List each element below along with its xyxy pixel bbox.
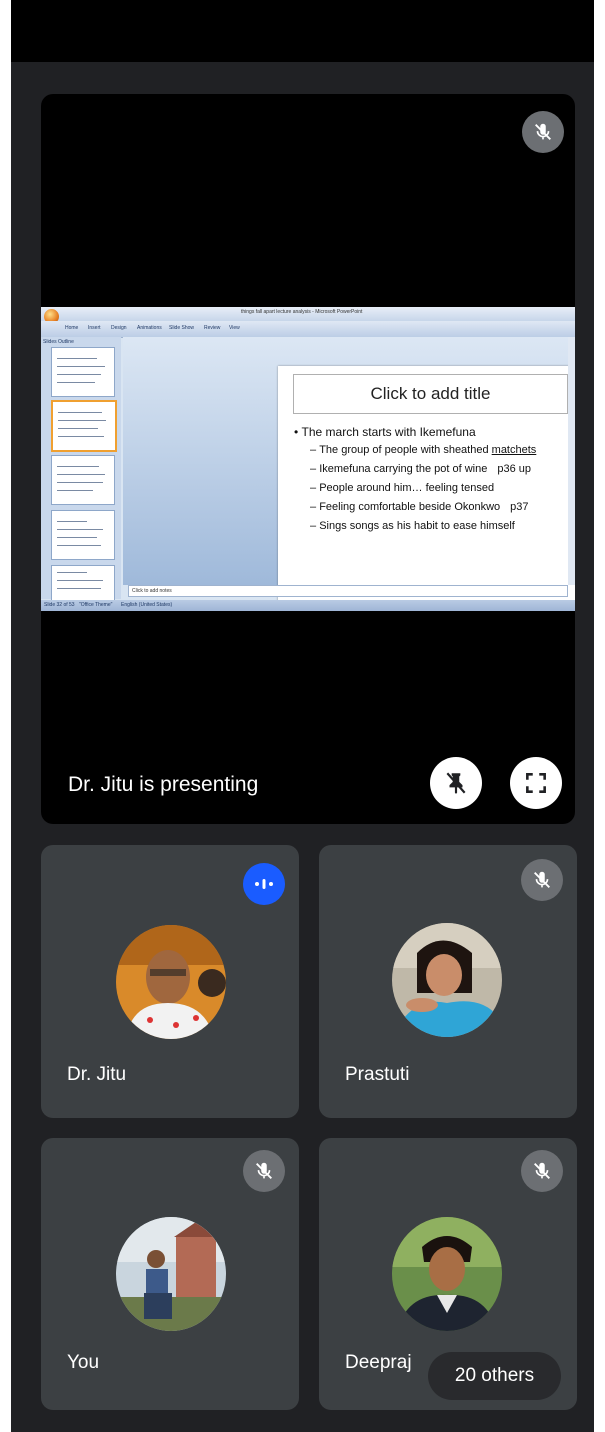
avatar — [116, 925, 226, 1039]
sub-bullet-text: Sings songs as his habit to ease himself — [319, 520, 515, 532]
status-slide-count: Slide 32 of 53 — [44, 602, 75, 608]
unpin-icon — [446, 772, 466, 794]
slide-thumbnail — [51, 510, 115, 560]
pane-tab: Slides — [43, 339, 57, 345]
ribbon-tab: Review — [204, 325, 221, 331]
mic-off-icon — [522, 111, 564, 153]
window-title: things fall apart lecture analysis - Mic… — [241, 309, 363, 315]
fullscreen-button[interactable] — [510, 757, 562, 809]
sub-bullet-text: The group of people with sheathed — [319, 444, 492, 456]
slide-scrollbar — [568, 337, 575, 585]
fullscreen-icon — [526, 773, 546, 793]
ribbon-tab: View — [229, 325, 240, 331]
meeting-app: things fall apart lecture analysis - Mic… — [11, 0, 594, 1432]
unpin-button[interactable] — [430, 757, 482, 809]
notes-placeholder: Click to add notes — [128, 585, 568, 597]
participant-name: Prastuti — [345, 1064, 410, 1085]
participant-name: Dr. Jitu — [67, 1064, 127, 1085]
slide-title-placeholder: Click to add title — [293, 374, 568, 414]
mic-off-icon — [243, 1150, 285, 1192]
participant-tile[interactable]: Dr. Jitu — [41, 845, 299, 1118]
sub-bullet-text: People around him… feeling tensed — [319, 482, 495, 494]
mic-off-icon — [521, 1150, 563, 1192]
slide-canvas: Click to add title • The march starts wi… — [278, 366, 575, 608]
slide-sub-bullet: – Ikemefuna carrying the pot of wine p36 … — [310, 463, 531, 475]
speaking-icon — [243, 863, 285, 905]
sub-bullet-page: p37 — [510, 501, 529, 513]
status-language: English (United States) — [121, 602, 173, 608]
pane-tab: Outline — [58, 339, 74, 345]
participant-tile[interactable]: Prastuti — [319, 845, 577, 1118]
sub-bullet-underlined: matchets — [491, 444, 537, 456]
slide-sub-bullet: – People around him… feeling tensed — [310, 482, 495, 494]
ribbon-tab: Home — [65, 325, 79, 331]
mic-off-icon — [521, 859, 563, 901]
ribbon-tab: Insert — [88, 325, 101, 331]
avatar — [392, 923, 502, 1037]
ribbon-tabs: Home Insert Design Animations Slide Show… — [41, 321, 575, 338]
slide-sub-bullet: – The group of people with sheathed matc… — [310, 444, 537, 456]
slide-bullet: • The march starts with Ikemefuna — [294, 425, 476, 439]
participant-tile[interactable]: You — [41, 1138, 299, 1410]
pane-tabs: Slides Outline — [43, 339, 74, 345]
presentation-stage[interactable]: things fall apart lecture analysis - Mic… — [41, 94, 575, 824]
ribbon-tab: Design — [111, 325, 127, 331]
participant-name: You — [67, 1352, 100, 1373]
slide-bullet-text: The march starts with Ikemefuna — [301, 425, 476, 439]
slide-thumbnail — [51, 400, 117, 452]
slide-thumbnail — [51, 347, 115, 397]
slide-sub-bullet: – Sings songs as his habit to ease himse… — [310, 520, 515, 532]
slide-editor: Click to add title • The march starts wi… — [123, 337, 575, 608]
participant-name: Deepraj — [345, 1352, 412, 1373]
sub-bullet-text: Ikemefuna carrying the pot of wine — [319, 463, 488, 475]
status-theme: "Office Theme" — [79, 602, 113, 608]
ribbon-tab: Slide Show — [169, 325, 195, 331]
window-titlebar: things fall apart lecture analysis - Mic… — [41, 307, 575, 324]
sub-bullet-text: Feeling comfortable beside Okonkwo — [319, 501, 501, 513]
top-bar — [11, 0, 594, 62]
sub-bullet-page: p36 up — [497, 463, 531, 475]
slide-sub-bullet: – Feeling comfortable beside Okonkwo p37 — [310, 501, 529, 513]
slide-thumbnail — [51, 455, 115, 505]
avatar — [392, 1217, 502, 1331]
shared-screen: things fall apart lecture analysis - Mic… — [41, 307, 575, 611]
slide-thumbnail — [51, 565, 115, 601]
presenting-label: Dr. Jitu is presenting — [68, 773, 259, 796]
others-button[interactable]: 20 others — [428, 1352, 561, 1400]
avatar — [116, 1217, 226, 1331]
ribbon-tab: Animations — [137, 325, 162, 331]
status-bar: Slide 32 of 53 "Office Theme" English (U… — [41, 600, 575, 611]
slide-thumbnails-pane: Slides Outline — [41, 337, 121, 601]
